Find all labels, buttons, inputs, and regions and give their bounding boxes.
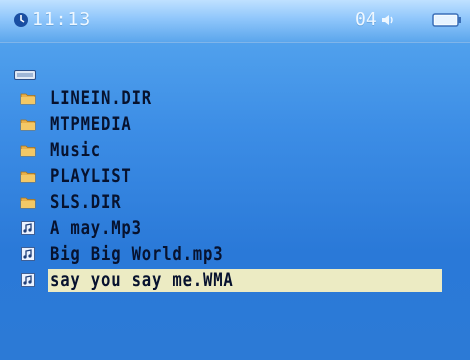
folder-icon xyxy=(20,93,36,105)
file-name: A may.Mp3 xyxy=(50,217,142,239)
speaker-icon xyxy=(382,15,393,25)
folder-item[interactable]: PLAYLIST xyxy=(16,164,446,188)
file-item[interactable]: A may.Mp3 xyxy=(16,216,446,240)
file-name: LINEIN.DIR xyxy=(50,87,153,109)
file-name: Music xyxy=(50,139,102,161)
folder-item[interactable]: MTPMEDIA xyxy=(16,112,446,136)
folder-icon xyxy=(20,171,36,183)
volume-level: 04 xyxy=(355,9,377,30)
file-item[interactable]: say you say me.WMA xyxy=(16,268,446,292)
battery-icon xyxy=(432,13,461,27)
folder-item[interactable]: LINEIN.DIR xyxy=(16,86,446,110)
clock-time: 11:13 xyxy=(32,9,92,30)
status-bar: 11:13 04 xyxy=(0,0,470,43)
player-screen: 11:13 04 LINEIN.DIR MTPMEDIA Music PLAYLIST… xyxy=(0,0,470,360)
device-icon xyxy=(14,70,36,80)
music-file-icon xyxy=(21,273,35,287)
folder-icon xyxy=(20,119,36,131)
folder-item[interactable]: Music xyxy=(16,138,446,162)
folder-item[interactable]: SLS.DIR xyxy=(16,190,446,214)
file-name: MTPMEDIA xyxy=(50,113,132,135)
file-item[interactable]: Big Big World.mp3 xyxy=(16,242,446,266)
file-name: say you say me.WMA xyxy=(50,269,234,291)
file-name: Big Big World.mp3 xyxy=(50,243,224,265)
file-name: SLS.DIR xyxy=(50,191,122,213)
folder-icon xyxy=(20,145,36,157)
music-file-icon xyxy=(21,221,35,235)
music-file-icon xyxy=(21,247,35,261)
clock-icon xyxy=(14,13,28,27)
folder-icon xyxy=(20,197,36,209)
file-name: PLAYLIST xyxy=(50,165,132,187)
